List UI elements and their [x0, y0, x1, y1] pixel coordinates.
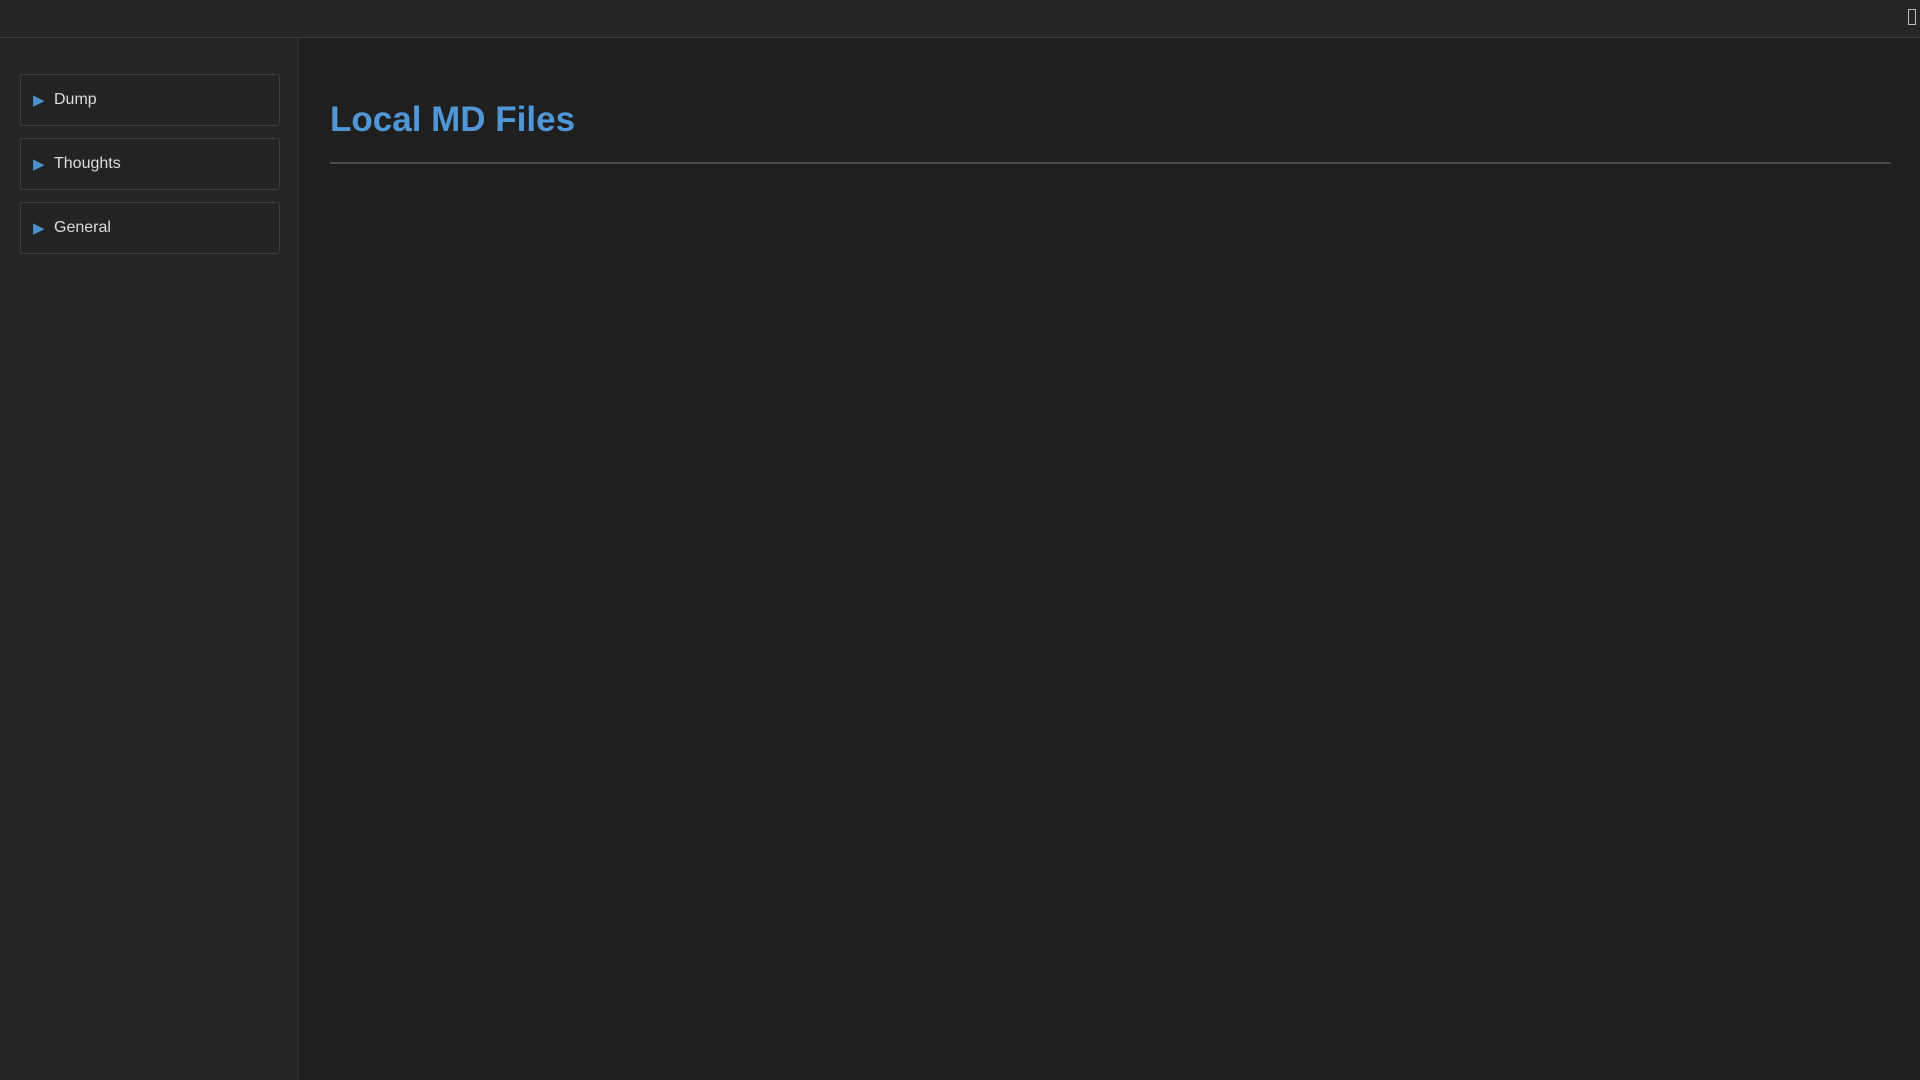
play-arrow-icon: ▶: [33, 219, 45, 237]
sidebar-item-label: Thoughts: [54, 155, 121, 172]
top-bar: [0, 0, 1920, 38]
main-content: Local MD Files: [301, 38, 1920, 1080]
play-arrow-icon: ▶: [33, 155, 45, 173]
sidebar-item-label: General: [54, 219, 111, 236]
play-arrow-icon: ▶: [33, 91, 45, 109]
folder-list: ▶ Dump ▶ Thoughts ▶ General: [20, 74, 280, 266]
sidebar: ▶ Dump ▶ Thoughts ▶ General: [0, 38, 299, 1080]
window-toggle-icon[interactable]: [1908, 9, 1916, 25]
title-divider: [330, 162, 1891, 164]
sidebar-item-dump[interactable]: ▶ Dump: [20, 74, 280, 126]
sidebar-item-thoughts[interactable]: ▶ Thoughts: [20, 138, 280, 190]
sidebar-item-general[interactable]: ▶ General: [20, 202, 280, 254]
page-title: Local MD Files: [330, 100, 576, 139]
sidebar-item-label: Dump: [54, 91, 97, 108]
